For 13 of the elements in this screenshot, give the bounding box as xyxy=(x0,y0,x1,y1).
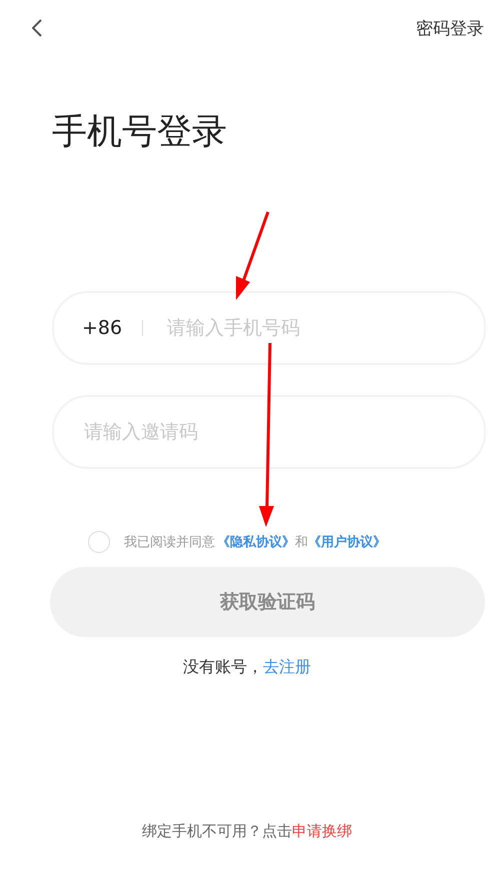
password-login-button[interactable]: 密码登录 xyxy=(416,16,484,40)
no-account-text: 没有账号， xyxy=(183,657,263,678)
privacy-link[interactable]: 《隐私协议》 xyxy=(217,533,295,551)
rebind-hint: 绑定手机不可用？点击 xyxy=(142,822,292,841)
page-title: 手机号登录 xyxy=(52,111,228,154)
agreement-checkbox[interactable] xyxy=(88,531,110,553)
and-text: 和 xyxy=(295,534,308,551)
back-icon[interactable] xyxy=(32,19,42,37)
rebind-link[interactable]: 申请换绑 xyxy=(292,822,352,841)
user-agreement-link[interactable]: 《用户协议》 xyxy=(308,533,386,551)
country-code[interactable]: +86 xyxy=(82,317,122,339)
register-link[interactable]: 去注册 xyxy=(263,657,311,678)
agreement-text: 我已阅读并同意 xyxy=(124,534,215,551)
